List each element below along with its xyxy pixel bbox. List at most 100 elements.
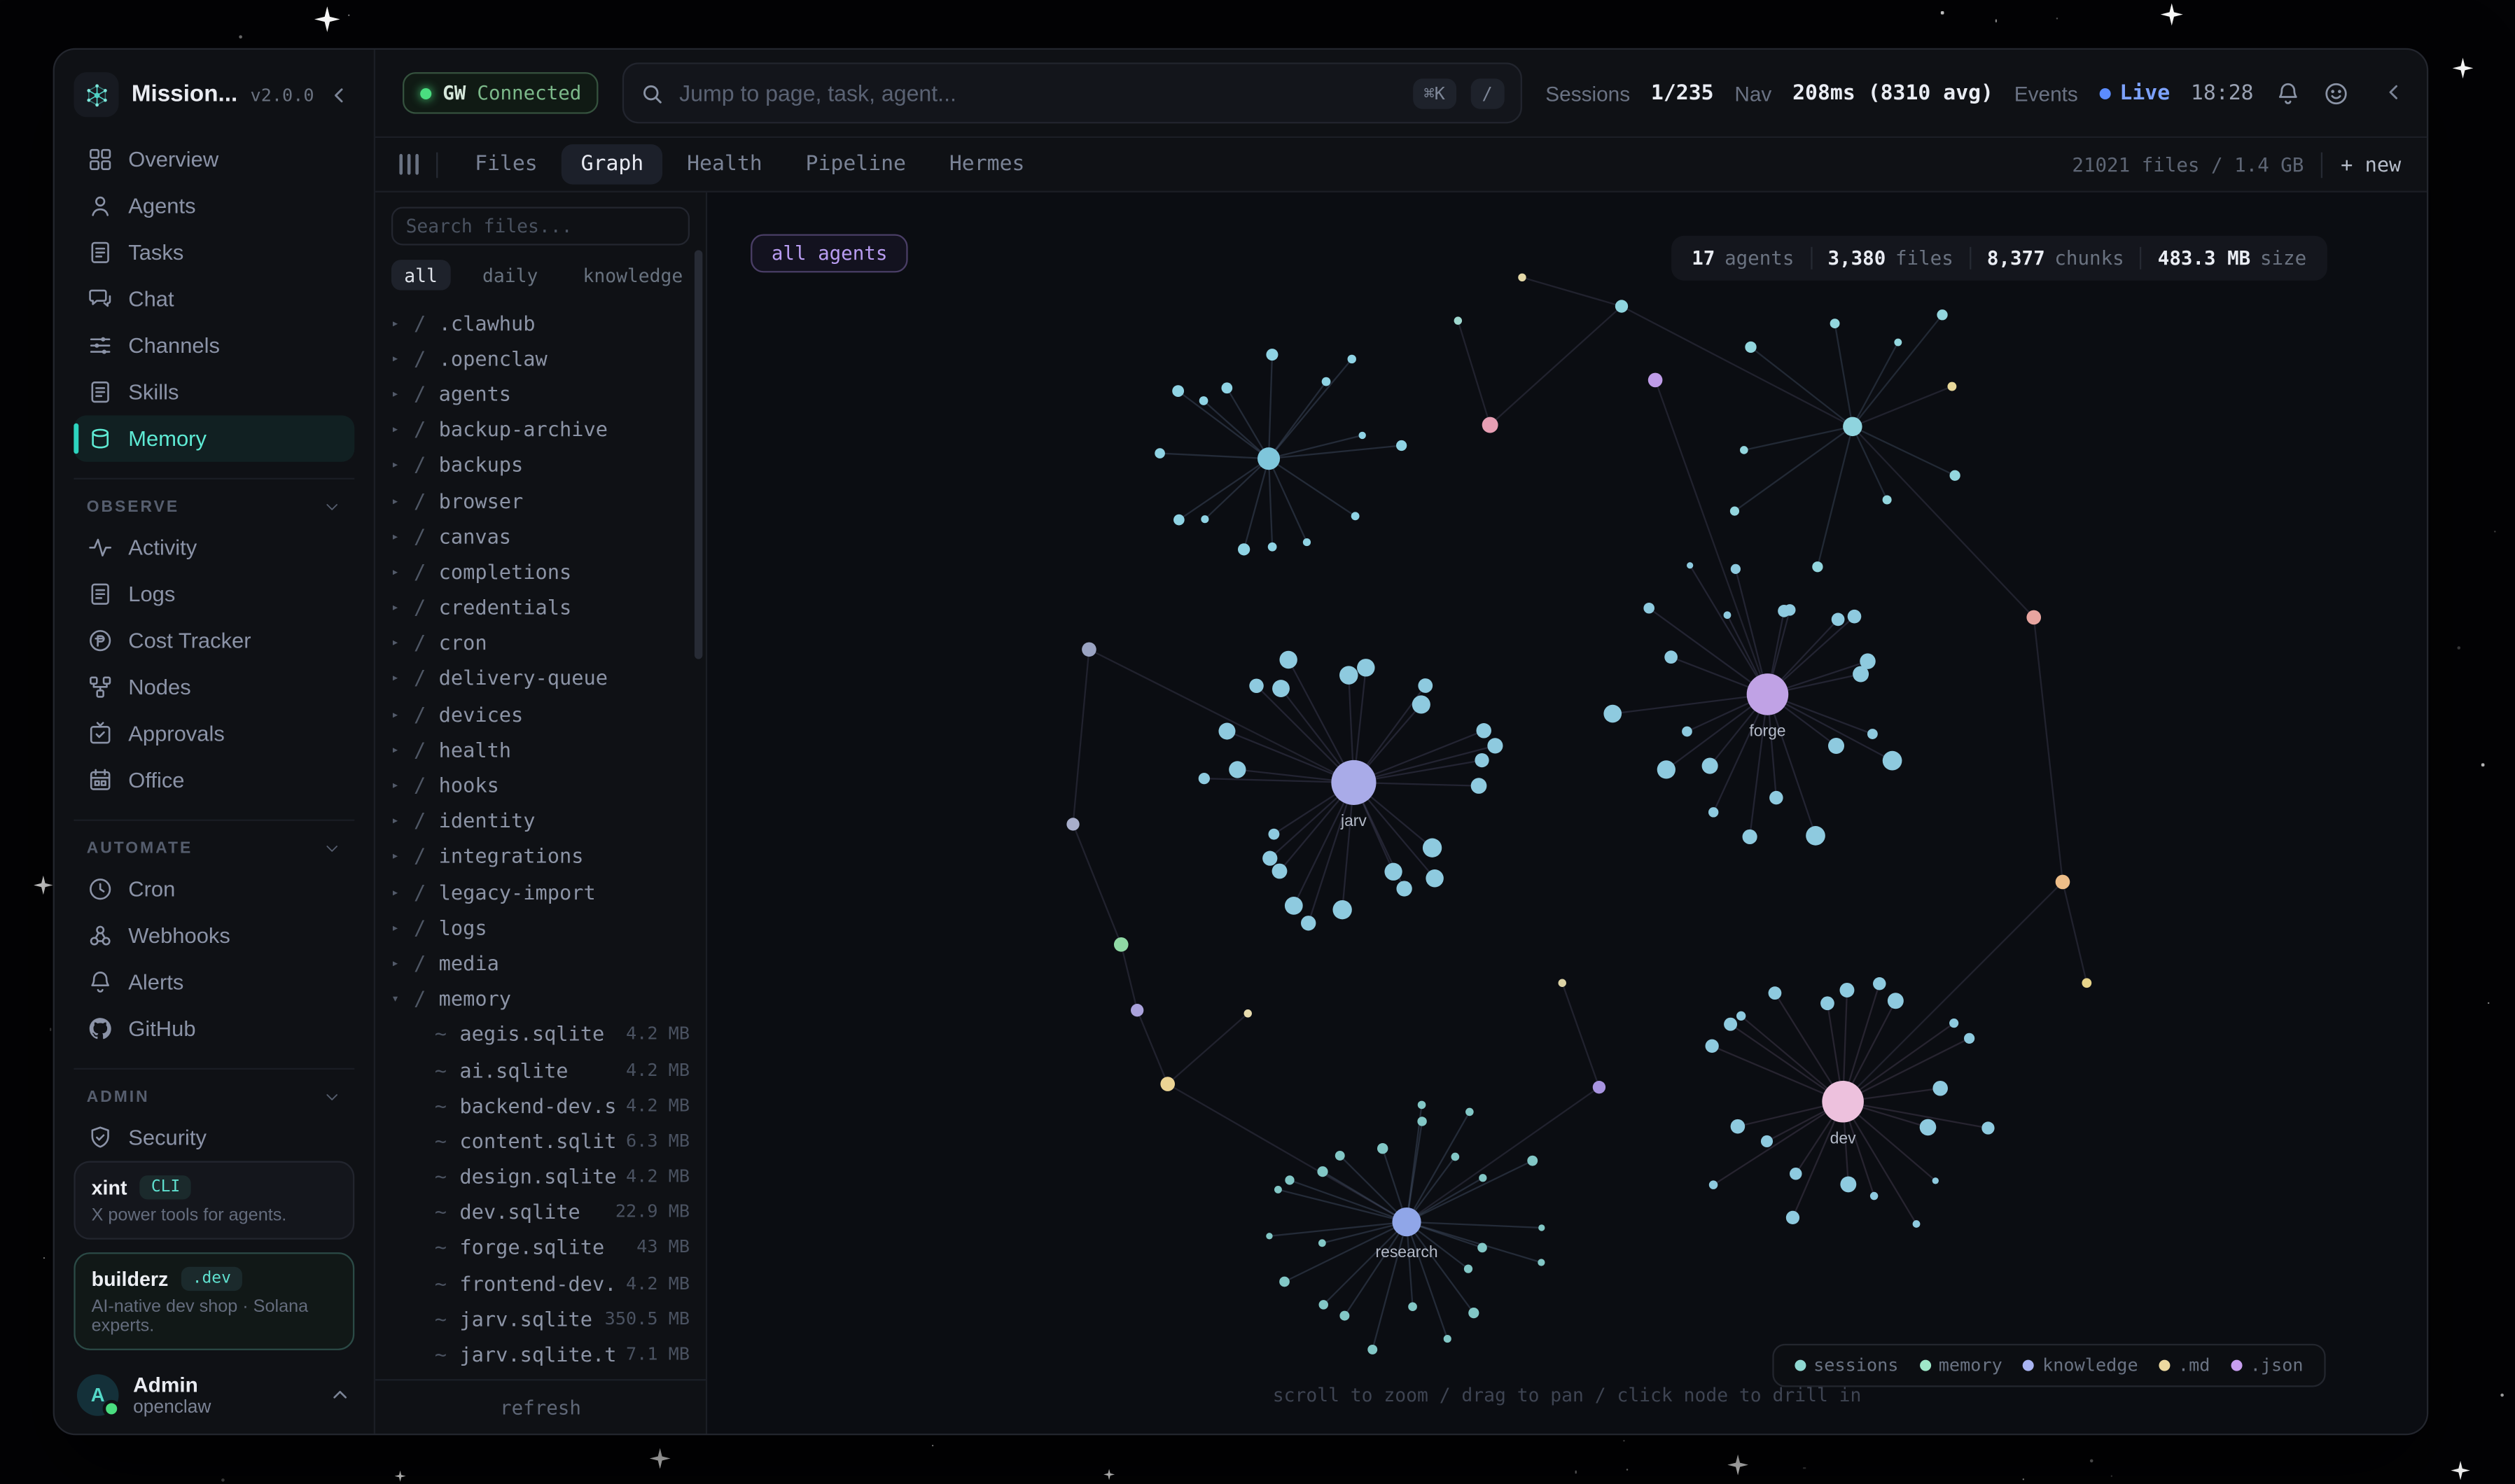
- graph-node-dev[interactable]: [1822, 1081, 1864, 1123]
- graph-node-satellite[interactable]: [1318, 1239, 1326, 1247]
- tab-graph[interactable]: Graph: [562, 144, 663, 184]
- promo-card-xint[interactable]: xint CLI X power tools for agents.: [74, 1161, 354, 1240]
- caret-right-icon[interactable]: ▸: [391, 493, 414, 507]
- graph-node-satellite[interactable]: [1828, 738, 1844, 754]
- graph-node-satellite[interactable]: [1444, 1335, 1451, 1343]
- tree-file[interactable]: ~aegis.sqlite4.2 MB: [391, 1016, 690, 1052]
- tree-dir[interactable]: ▸/hooks: [391, 767, 690, 803]
- graph-node-satellite[interactable]: [1465, 1108, 1474, 1116]
- graph-node[interactable]: [1559, 979, 1566, 987]
- user-menu[interactable]: A Admin openclaw: [74, 1369, 354, 1420]
- graph-node-satellite[interactable]: [1894, 339, 1902, 346]
- graph-node-satellite[interactable]: [1981, 1121, 1994, 1134]
- graph-node[interactable]: [1454, 316, 1462, 324]
- global-search-input[interactable]: Jump to page, task, agent... ⌘K /: [623, 62, 1521, 123]
- graph-node-satellite[interactable]: [1820, 996, 1834, 1010]
- graph-node-satellite[interactable]: [1351, 512, 1360, 520]
- graph-node-satellite[interactable]: [1664, 650, 1678, 664]
- graph-node-satellite[interactable]: [1339, 666, 1358, 685]
- graph-node[interactable]: [1131, 1004, 1143, 1016]
- caret-down-icon[interactable]: ▾: [391, 991, 414, 1006]
- tree-file[interactable]: ~design.sqlite4.2 MB: [391, 1158, 690, 1194]
- sidebar-item-cost-tracker[interactable]: Cost Tracker: [74, 617, 354, 664]
- graph-node-satellite[interactable]: [1724, 611, 1732, 619]
- graph-node-satellite[interactable]: [1873, 977, 1886, 990]
- tree-file[interactable]: ~forge.sqlite43 MB: [391, 1230, 690, 1266]
- scrollbar-thumb[interactable]: [695, 250, 702, 659]
- graph-node-satellite[interactable]: [1706, 1040, 1719, 1053]
- caret-right-icon[interactable]: ▸: [391, 458, 414, 472]
- graph-node-hub-a[interactable]: [1258, 447, 1280, 470]
- graph-node-satellite[interactable]: [1709, 1180, 1718, 1189]
- graph-node-satellite[interactable]: [1412, 695, 1430, 713]
- tree-dir[interactable]: ▸/logs: [391, 909, 690, 945]
- graph-node-satellite[interactable]: [1477, 1243, 1487, 1253]
- graph-node-satellite[interactable]: [1745, 342, 1756, 353]
- caret-right-icon[interactable]: ▸: [391, 885, 414, 899]
- tree-dir[interactable]: ▸/backup-archive: [391, 412, 690, 447]
- graph-node-satellite[interactable]: [1173, 514, 1185, 526]
- graph-node-satellite[interactable]: [1769, 986, 1782, 1000]
- graph-node-satellite[interactable]: [1417, 1116, 1426, 1126]
- graph-node-satellite[interactable]: [1348, 355, 1356, 363]
- graph-node-satellite[interactable]: [1279, 651, 1297, 668]
- graph-node-satellite[interactable]: [1332, 900, 1351, 919]
- graph-node[interactable]: [1066, 818, 1079, 830]
- caret-right-icon[interactable]: ▸: [391, 849, 414, 864]
- graph-node-satellite[interactable]: [1740, 446, 1748, 454]
- graph-node-satellite[interactable]: [1848, 610, 1862, 624]
- graph-node-satellite[interactable]: [1786, 1211, 1799, 1224]
- graph-node-satellite[interactable]: [1367, 1345, 1377, 1354]
- graph-node[interactable]: [1482, 417, 1498, 433]
- graph-node-satellite[interactable]: [1272, 680, 1290, 697]
- graph-node-satellite[interactable]: [1643, 603, 1654, 614]
- tree-dir[interactable]: ▸/media: [391, 945, 690, 981]
- tree-file[interactable]: ~frontend-dev.sq…4.2 MB: [391, 1266, 690, 1301]
- sidebar-item-skills[interactable]: Skills: [74, 369, 354, 415]
- graph-node-satellite[interactable]: [1238, 543, 1250, 555]
- sidebar-item-office[interactable]: Office: [74, 757, 354, 803]
- graph-node[interactable]: [1114, 937, 1129, 952]
- graph-node-satellite[interactable]: [1913, 1220, 1921, 1228]
- tree-dir[interactable]: ▸/backups: [391, 447, 690, 483]
- graph-node-satellite[interactable]: [1949, 1018, 1958, 1028]
- columns-icon[interactable]: [399, 154, 418, 175]
- tree-file[interactable]: ~backend-dev.sql…4.2 MB: [391, 1087, 690, 1123]
- graph-node[interactable]: [1244, 1009, 1252, 1017]
- graph-node-satellite[interactable]: [1266, 1233, 1272, 1239]
- graph-node-satellite[interactable]: [1155, 448, 1165, 458]
- graph-node-satellite[interactable]: [1731, 1119, 1746, 1134]
- graph-node-satellite[interactable]: [1883, 751, 1902, 771]
- graph-node-satellite[interactable]: [1274, 1186, 1282, 1194]
- tree-dir[interactable]: ▸/canvas: [391, 518, 690, 554]
- panel-collapse-icon[interactable]: [2382, 80, 2406, 104]
- graph-node-satellite[interactable]: [1888, 993, 1904, 1009]
- graph-node-satellite[interactable]: [1408, 1302, 1417, 1311]
- notifications-bell-icon[interactable]: [2274, 79, 2301, 106]
- filter-all[interactable]: all: [391, 260, 450, 290]
- graph-node-satellite[interactable]: [1932, 1177, 1939, 1184]
- tree-dir[interactable]: ▸/completions: [391, 554, 690, 589]
- graph-node[interactable]: [1648, 373, 1663, 388]
- caret-right-icon[interactable]: ▸: [391, 636, 414, 650]
- tree-file[interactable]: ~jarv.sqlite350.5 MB: [391, 1301, 690, 1336]
- sidebar-item-logs[interactable]: Logs: [74, 571, 354, 617]
- feedback-smiley-icon[interactable]: [2322, 79, 2350, 106]
- graph-node[interactable]: [2056, 875, 2070, 890]
- graph-node-satellite[interactable]: [1487, 738, 1503, 753]
- graph-node-satellite[interactable]: [1538, 1259, 1545, 1266]
- sidebar-item-chat[interactable]: Chat: [74, 276, 354, 322]
- graph-node[interactable]: [1160, 1077, 1175, 1091]
- graph-node-satellite[interactable]: [1702, 758, 1718, 774]
- tree-dir[interactable]: ▸/browser: [391, 482, 690, 518]
- graph-node-satellite[interactable]: [1301, 916, 1316, 930]
- graph-node-hub-b[interactable]: [1843, 417, 1862, 436]
- caret-right-icon[interactable]: ▸: [391, 920, 414, 934]
- graph-node-satellite[interactable]: [1358, 432, 1365, 439]
- graph-node-satellite[interactable]: [1708, 807, 1718, 817]
- graph-node[interactable]: [1593, 1081, 1605, 1093]
- filter-knowledge[interactable]: knowledge: [570, 260, 695, 290]
- graph-node-satellite[interactable]: [1221, 382, 1232, 393]
- graph-node-satellite[interactable]: [1423, 839, 1442, 858]
- graph-node-satellite[interactable]: [1806, 826, 1825, 846]
